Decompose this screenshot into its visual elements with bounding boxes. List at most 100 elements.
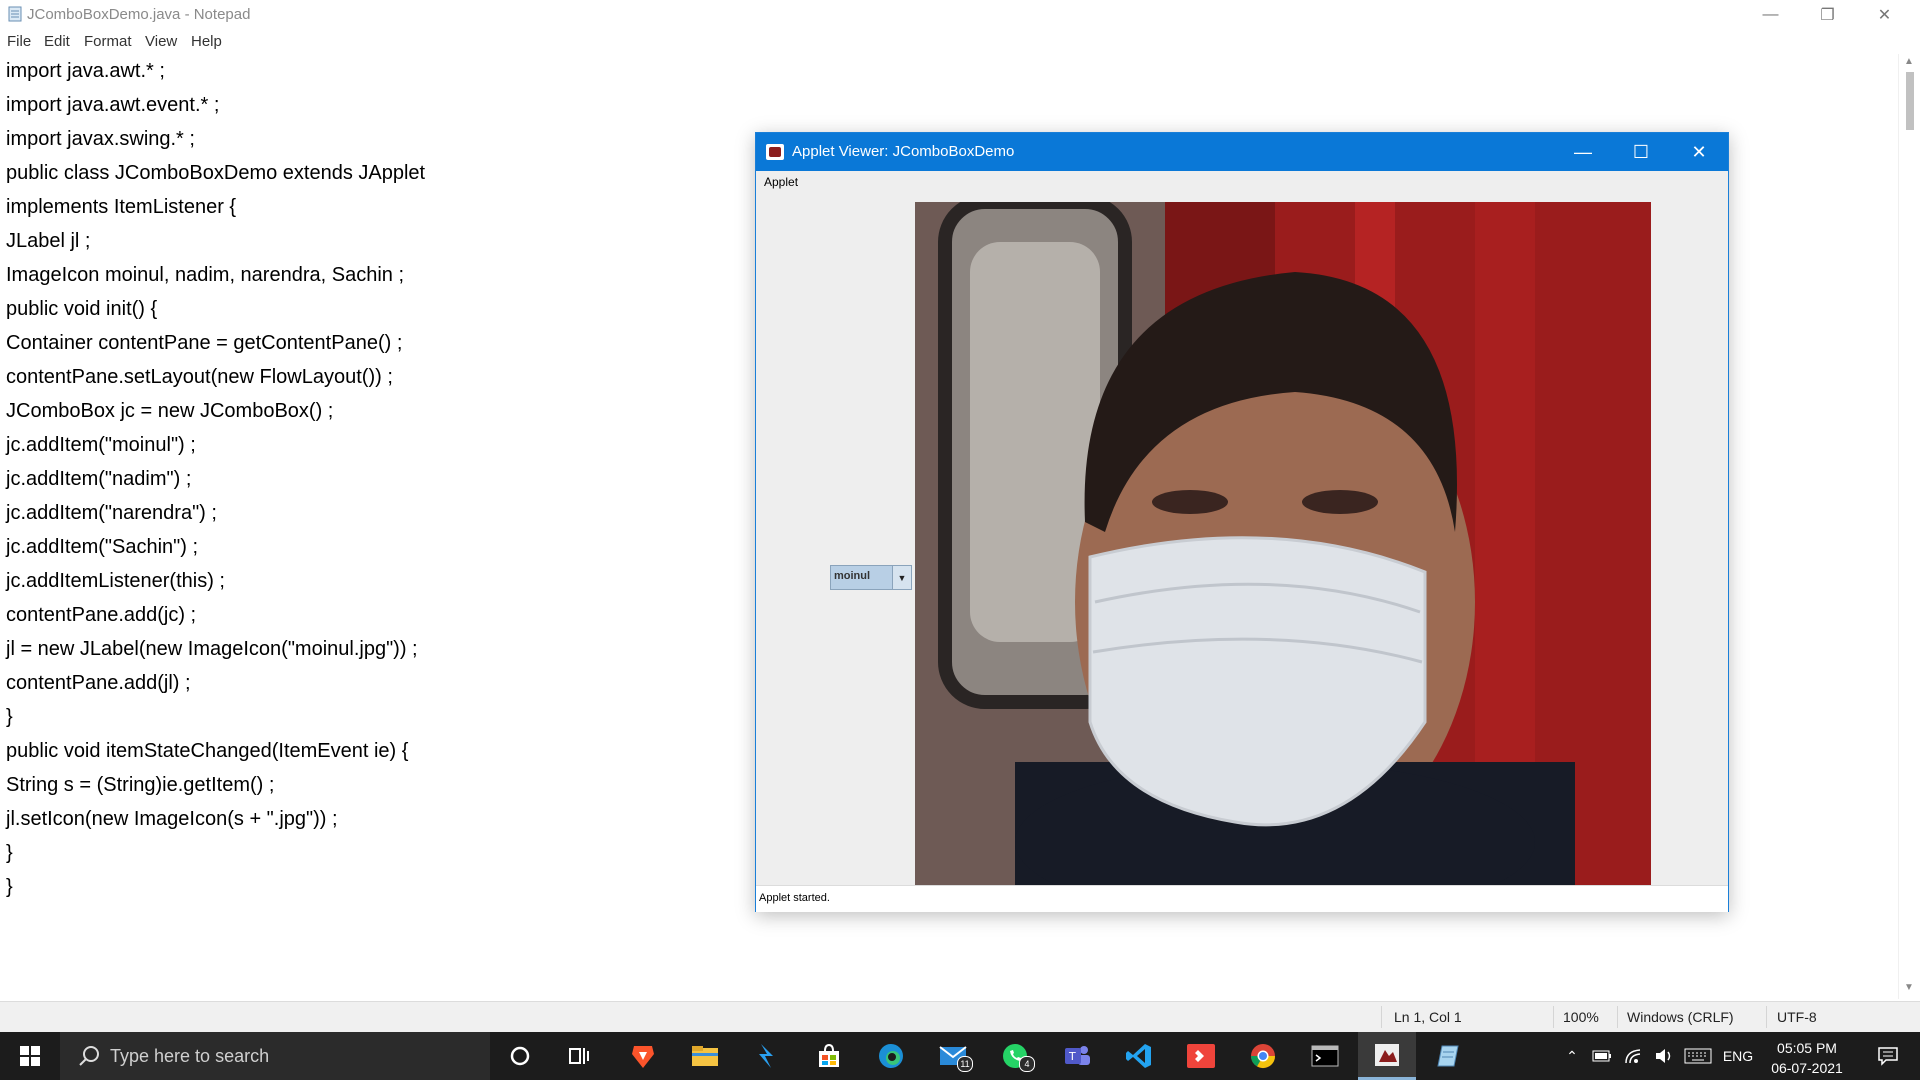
chevron-down-icon: ▼ xyxy=(897,572,907,583)
scrollbar-thumb[interactable] xyxy=(1906,72,1914,130)
restore-icon: ❐ xyxy=(1820,7,1835,24)
taskbar-whatsapp[interactable]: 4 xyxy=(986,1032,1044,1080)
window-title: JComboBoxDemo.java - Notepad xyxy=(27,6,251,23)
taskbar-clock[interactable]: 05:05 PM 06-07-2021 xyxy=(1752,1038,1862,1078)
person-photo xyxy=(915,202,1651,886)
code-line: jc.addItemListener(this) ; xyxy=(6,570,225,592)
taskbar-mail[interactable]: 11 xyxy=(924,1032,982,1080)
anydesk-icon xyxy=(1187,1044,1215,1068)
restore-button[interactable]: ❐ xyxy=(1799,0,1856,30)
chrome-icon xyxy=(1251,1044,1275,1069)
brave-browser-icon xyxy=(632,1046,654,1068)
applet-maximize-button[interactable]: ☐ xyxy=(1612,133,1670,171)
volume-tray[interactable] xyxy=(1650,1032,1678,1080)
combobox-dropdown-button[interactable]: ▼ xyxy=(892,566,911,589)
windows-logo-icon xyxy=(20,1046,40,1066)
taskbar-edge[interactable] xyxy=(862,1032,920,1080)
keyboard-icon xyxy=(1684,1048,1712,1064)
minimize-button[interactable]: — xyxy=(1742,0,1799,30)
touch-keyboard-button[interactable] xyxy=(1681,1032,1715,1080)
show-hidden-icons-button[interactable]: ⌃ xyxy=(1560,1032,1584,1080)
notepad-icon xyxy=(1437,1045,1459,1067)
taskbar-store[interactable] xyxy=(800,1032,858,1080)
battery-tray[interactable] xyxy=(1588,1032,1616,1080)
code-line: contentPane.add(jl) ; xyxy=(6,672,191,694)
minimize-icon: — xyxy=(1574,141,1592,162)
status-divider xyxy=(1381,1006,1382,1028)
network-tray[interactable] xyxy=(1620,1032,1648,1080)
code-line: jl = new JLabel(new ImageIcon("moinul.jp… xyxy=(6,638,418,660)
taskbar-vscode[interactable] xyxy=(1110,1032,1168,1080)
action-center-button[interactable] xyxy=(1864,1032,1912,1080)
code-line: public class JComboBoxDemo extends JAppl… xyxy=(6,162,426,184)
menu-edit[interactable]: Edit xyxy=(44,33,70,50)
mail-badge: 11 xyxy=(957,1056,973,1072)
scroll-down-icon[interactable]: ▼ xyxy=(1904,982,1914,993)
terminal-icon xyxy=(1311,1045,1339,1067)
taskbar: Type here to search 11 4 T ⌃ ENG 05:05 P… xyxy=(0,1032,1920,1080)
code-line: } xyxy=(6,706,13,728)
edge-browser-icon xyxy=(879,1044,903,1068)
code-line: implements ItemListener { xyxy=(6,196,237,218)
teams-icon: T xyxy=(1065,1046,1090,1065)
cortana-circle-icon xyxy=(510,1046,530,1066)
menu-view[interactable]: View xyxy=(145,33,177,50)
code-line: public void init() { xyxy=(6,298,158,320)
name-combobox[interactable]: moinul ▼ xyxy=(830,565,912,590)
taskbar-anydesk[interactable] xyxy=(1172,1032,1230,1080)
code-line: jc.addItem("nadim") ; xyxy=(6,468,192,490)
code-line: ImageIcon moinul, nadim, narendra, Sachi… xyxy=(6,264,404,286)
menu-format[interactable]: Format xyxy=(84,33,132,50)
taskbar-notepad[interactable] xyxy=(1420,1032,1478,1080)
menu-help[interactable]: Help xyxy=(191,33,222,50)
taskbar-command-prompt[interactable] xyxy=(1296,1032,1354,1080)
wifi-icon xyxy=(1625,1049,1641,1064)
scroll-up-icon[interactable]: ▲ xyxy=(1904,56,1914,67)
speaker-icon xyxy=(1656,1049,1671,1063)
taskbar-azure-data-studio[interactable] xyxy=(738,1032,796,1080)
menu-applet[interactable]: Applet xyxy=(764,175,798,189)
task-view-button[interactable] xyxy=(551,1032,609,1080)
clock-time: 05:05 PM xyxy=(1777,1040,1837,1056)
status-divider xyxy=(1617,1006,1618,1028)
code-line: JLabel jl ; xyxy=(6,230,91,252)
code-line: import java.awt.* ; xyxy=(6,60,165,82)
notepad-icon xyxy=(8,6,22,22)
taskbar-teams[interactable]: T xyxy=(1048,1032,1106,1080)
taskbar-chrome[interactable] xyxy=(1234,1032,1292,1080)
code-line: JComboBox jc = new JComboBox() ; xyxy=(6,400,334,422)
taskbar-applet-viewer[interactable] xyxy=(1358,1032,1416,1080)
task-view-icon xyxy=(569,1048,589,1064)
taskbar-file-explorer[interactable] xyxy=(676,1032,734,1080)
taskbar-search-box[interactable]: Type here to search xyxy=(60,1032,490,1080)
applet-content: moinul ▼ xyxy=(756,193,1728,886)
applet-minimize-button[interactable]: — xyxy=(1554,133,1612,171)
code-line: public void itemStateChanged(ItemEvent i… xyxy=(6,740,409,762)
notepad-menubar: File Edit Format View Help xyxy=(0,30,1920,54)
language-label: ENG xyxy=(1722,1048,1754,1064)
applet-close-button[interactable]: ✕ xyxy=(1670,133,1728,171)
taskbar-brave[interactable] xyxy=(614,1032,672,1080)
store-bag-icon xyxy=(819,1043,839,1067)
code-line: } xyxy=(6,842,13,864)
java-applet-icon xyxy=(766,144,784,160)
cortana-button[interactable] xyxy=(491,1032,549,1080)
menu-file[interactable]: File xyxy=(7,33,31,50)
chevron-up-icon: ⌃ xyxy=(1566,1047,1578,1064)
battery-icon xyxy=(1592,1050,1611,1062)
code-line: jl.setIcon(new ImageIcon(s + ".jpg")) ; xyxy=(6,808,338,830)
code-line: contentPane.add(jc) ; xyxy=(6,604,197,626)
vertical-scrollbar[interactable]: ▲ ▼ xyxy=(1898,54,1920,999)
code-line: import javax.swing.* ; xyxy=(6,128,195,150)
start-button[interactable] xyxy=(0,1032,60,1080)
cursor-position: Ln 1, Col 1 xyxy=(1394,1009,1462,1025)
search-placeholder: Type here to search xyxy=(110,1046,270,1066)
svg-text:T: T xyxy=(1068,1050,1076,1063)
status-divider xyxy=(1766,1006,1767,1028)
java-applet-icon xyxy=(1375,1043,1399,1066)
applet-viewer-window: Applet Viewer: JComboBoxDemo — ☐ ✕ Apple… xyxy=(755,132,1729,912)
applet-statusbar: Applet started. xyxy=(756,885,1728,912)
close-button[interactable]: ✕ xyxy=(1856,0,1913,30)
code-line: jc.addItem("narendra") ; xyxy=(6,502,217,524)
code-line: Container contentPane = getContentPane()… xyxy=(6,332,403,354)
